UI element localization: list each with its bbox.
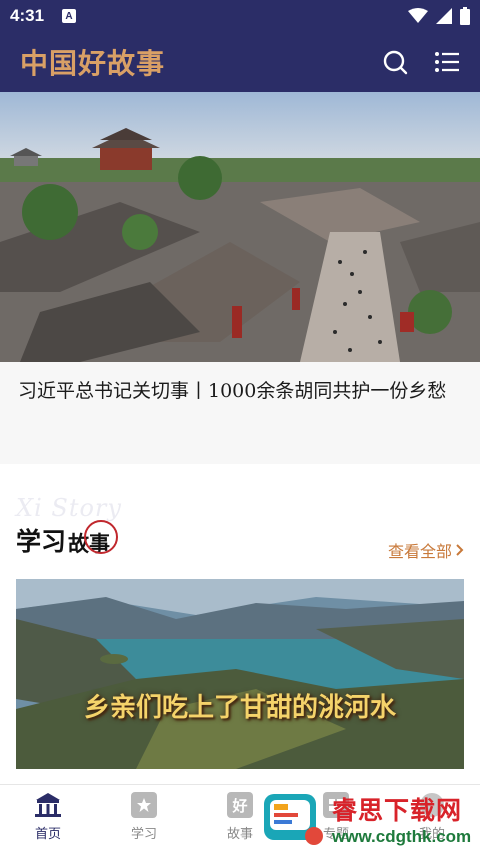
hao-char-icon: 好 [226, 791, 254, 819]
reservoir-photo [16, 579, 464, 769]
battery-icon [460, 7, 470, 25]
red-circle-decoration [84, 520, 119, 554]
menu-list-icon[interactable] [434, 51, 460, 73]
hutong-photo [0, 92, 480, 362]
chevron-right-icon [456, 544, 464, 556]
header-actions [382, 49, 460, 75]
hero-caption[interactable]: 习近平总书记关切事丨1000余条胡同共护一份乡愁 [0, 362, 480, 464]
status-bar: 4:31 A [0, 0, 480, 32]
story-card-caption: 乡亲们吃上了甘甜的洮河水 [83, 693, 396, 723]
watermark-text: 睿思下载网 www.cdgthk.com [332, 791, 471, 847]
story-card[interactable]: 乡亲们吃上了甘甜的洮河水 [16, 579, 464, 769]
nav-label-story: 故事 [226, 827, 253, 842]
hero-image[interactable] [0, 92, 480, 362]
section-title: 学习 故事 [16, 520, 119, 558]
section-title-part2-wrap: 故事 [68, 520, 119, 558]
status-a-icon: A [62, 9, 77, 23]
nav-item-study[interactable]: 学习 [96, 785, 192, 853]
section-ghost-text: Xi Story [16, 494, 122, 522]
status-time: 4:31 [10, 6, 45, 25]
wifi-icon [408, 8, 428, 23]
view-all-link[interactable]: 查看全部 [388, 538, 464, 562]
app-title: 中国好故事 [20, 47, 166, 80]
view-all-label: 查看全部 [387, 542, 452, 561]
search-icon[interactable] [382, 49, 408, 75]
star-icon [130, 791, 158, 819]
nav-label-study: 学习 [130, 827, 157, 842]
section-title-part1: 学习 [16, 527, 67, 556]
watermark-url: www.cdgthk.com [332, 827, 472, 846]
nav-label-home: 首页 [34, 827, 61, 842]
home-icon [34, 791, 62, 819]
watermark: 睿思下载网 www.cdgthk.com [262, 788, 480, 850]
watermark-name: 睿思下载网 [332, 796, 463, 825]
study-story-section: Xi Story 学习 故事 查看全部 乡亲们吃上了甘甜的洮河水 [0, 464, 480, 784]
nav-item-home[interactable]: 首页 [0, 785, 96, 853]
watermark-logo-icon [262, 790, 324, 848]
app-header: 中国好故事 [0, 32, 480, 92]
hero-title[interactable]: 习近平总书记关切事丨1000余条胡同共护一份乡愁 [18, 376, 462, 407]
status-right-icons [408, 7, 470, 25]
signal-icon [436, 8, 452, 24]
